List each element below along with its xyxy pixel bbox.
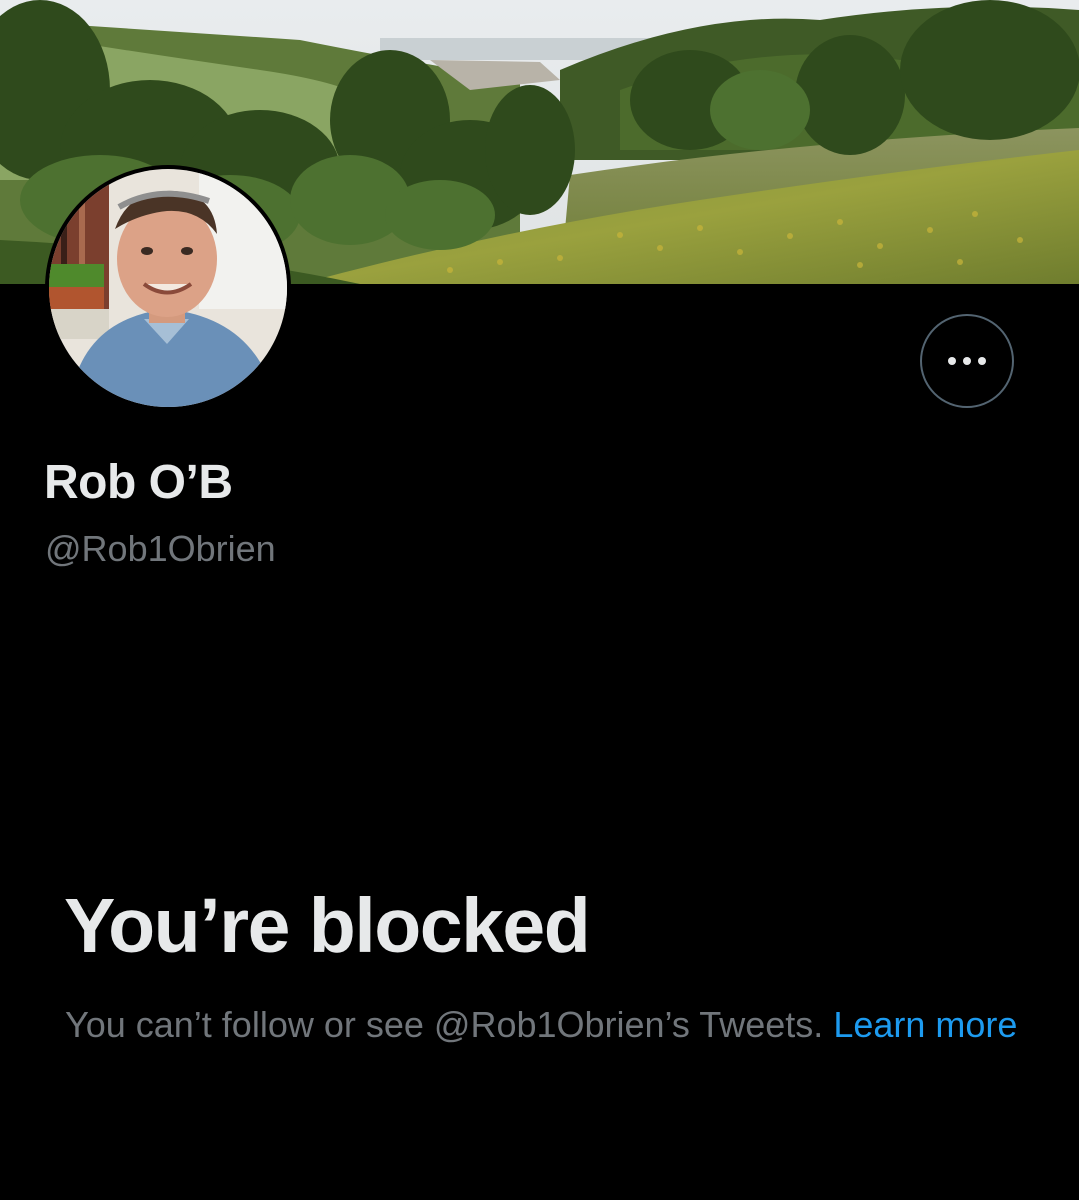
blocked-message-text: You can’t follow or see @Rob1Obrien’s Tw… xyxy=(65,1004,824,1045)
learn-more-link[interactable]: Learn more xyxy=(833,1004,1017,1045)
more-options-button[interactable] xyxy=(920,314,1014,408)
profile-handle: @Rob1Obrien xyxy=(45,528,276,569)
profile-avatar[interactable] xyxy=(45,165,291,411)
more-horizontal-icon xyxy=(948,357,986,365)
blocked-title: You’re blocked xyxy=(64,883,591,969)
profile-display-name: Rob O’B xyxy=(44,456,233,509)
blocked-message: You can’t follow or see @Rob1Obrien’s Tw… xyxy=(65,998,1025,1051)
